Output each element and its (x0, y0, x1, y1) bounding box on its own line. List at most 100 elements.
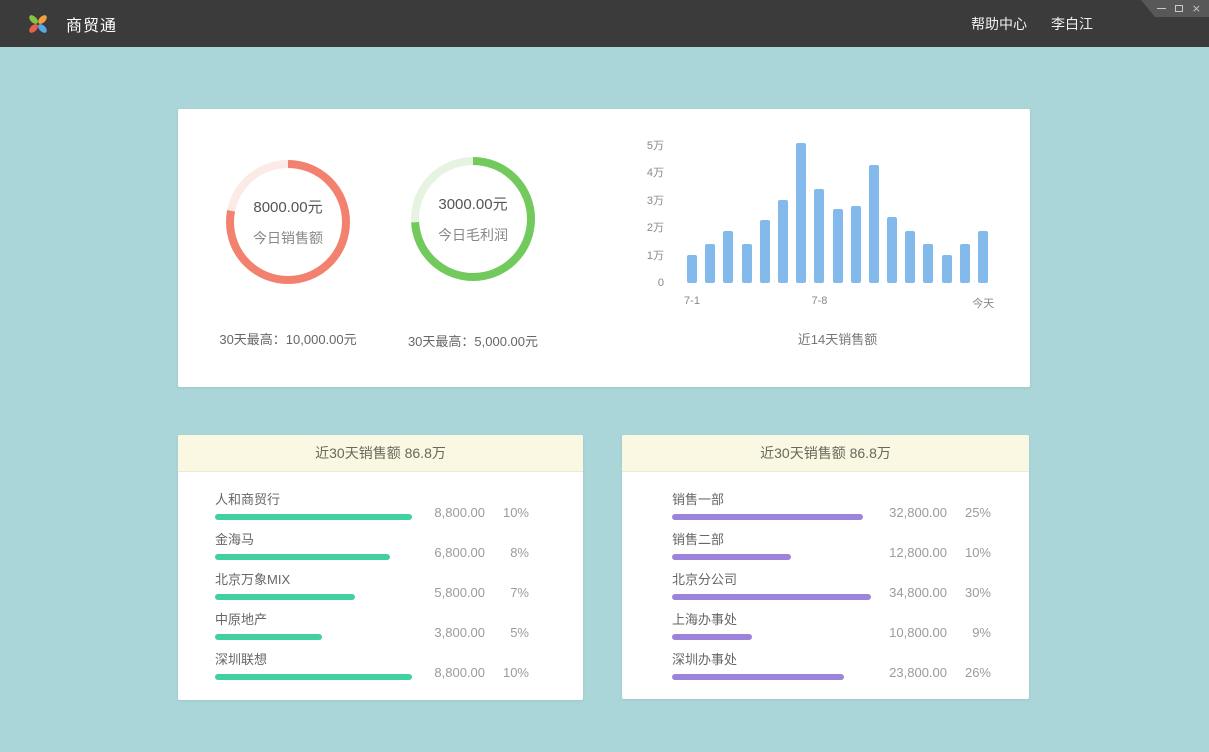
ranking-row-name: 深圳办事处 (672, 652, 875, 668)
ranking-row-percent: 8% (485, 545, 529, 560)
bar-chart-bar (905, 231, 915, 283)
y-axis-tick-label: 5万 (647, 138, 664, 154)
y-axis-tick-label: 4万 (647, 165, 664, 181)
ranking-row-percent: 10% (947, 545, 991, 560)
ranking-row-bar (215, 594, 355, 600)
today-profit-donut: 3000.00元 今日毛利润 (405, 151, 541, 287)
today-sales-value: 8000.00元 (253, 196, 322, 217)
ranking-row-bar (672, 594, 871, 600)
minimize-icon[interactable] (1157, 3, 1166, 14)
ranking-row-name: 人和商贸行 (215, 492, 413, 508)
ranking-row-value: 6,800.00 (413, 545, 485, 560)
bar-chart-x-axis: 7-17-8今天 (687, 295, 988, 311)
ranking-row-percent: 7% (485, 585, 529, 600)
ranking-row: 销售二部12,800.0010% (672, 532, 991, 560)
ranking-row-value: 12,800.00 (875, 545, 947, 560)
ranking-row-value: 10,800.00 (875, 625, 947, 640)
today-sales-label: 今日销售额 (253, 228, 323, 248)
ranking-row-name: 销售二部 (672, 532, 875, 548)
ranking-row: 金海马6,800.008% (215, 532, 529, 560)
ranking-row-bar (215, 674, 412, 680)
y-axis-tick-label: 0 (658, 275, 664, 291)
x-axis-tick-label: 7-8 (811, 295, 827, 307)
ranking-row-name: 深圳联想 (215, 652, 413, 668)
ranking-row: 上海办事处10,800.009% (672, 612, 991, 640)
bar-chart-bar (978, 231, 988, 283)
ranking-row-bar (672, 514, 863, 520)
ranking-row-value: 3,800.00 (413, 625, 485, 640)
department-ranking-header: 近30天销售额 86.8万 (622, 435, 1029, 472)
app-title: 商贸通 (66, 12, 117, 36)
ranking-row-value: 5,800.00 (413, 585, 485, 600)
bar-chart-y-axis: 01万2万3万4万5万 (598, 109, 664, 309)
x-axis-tick-label: 7-1 (684, 295, 700, 307)
help-center-link[interactable]: 帮助中心 (971, 14, 1027, 34)
ranking-row-percent: 9% (947, 625, 991, 640)
close-icon[interactable]: × (1192, 3, 1201, 14)
ranking-row-value: 8,800.00 (413, 665, 485, 680)
customer-sales-ranking-card: 近30天销售额 86.8万 人和商贸行8,800.0010%金海马6,800.0… (178, 435, 583, 700)
department-ranking-list: 销售一部32,800.0025% 销售二部12,800.0010% 北京分公司34,… (622, 472, 1029, 680)
bar-chart-bar (796, 143, 806, 283)
titlebar-menu: 帮助中心 李白江 (971, 0, 1093, 47)
y-axis-tick-label: 2万 (647, 220, 664, 236)
ranking-row: 北京万象MIX5,800.007% (215, 572, 529, 600)
bar-chart-title: 近14天销售额 (687, 329, 988, 348)
bar-chart-bar (778, 200, 788, 283)
bar-chart-bar (814, 189, 824, 283)
ranking-row-percent: 26% (947, 665, 991, 680)
ranking-row-bar (672, 674, 844, 680)
bar-chart-bar (942, 255, 952, 283)
ranking-row: 销售一部32,800.0025% (672, 492, 991, 520)
bar-chart-bar (923, 244, 933, 283)
bar-chart-bar (887, 217, 897, 283)
ranking-row-percent: 10% (485, 665, 529, 680)
bar-chart-bar (760, 220, 770, 283)
overview-card: 8000.00元 今日销售额 30天最高：10,000.00元 3000.00元… (178, 109, 1030, 387)
customer-ranking-header: 近30天销售额 86.8万 (178, 435, 583, 472)
today-profit-value: 3000.00元 (438, 193, 507, 214)
today-profit-label: 今日毛利润 (438, 225, 508, 245)
ranking-row: 北京分公司34,800.0030% (672, 572, 991, 600)
ranking-row: 深圳办事处23,800.0026% (672, 652, 991, 680)
bar-chart-bar (687, 255, 697, 283)
ranking-row-bar (215, 554, 390, 560)
ranking-row-value: 8,800.00 (413, 505, 485, 520)
ranking-row: 中原地产3,800.005% (215, 612, 529, 640)
ranking-row-bar (215, 634, 322, 640)
ranking-row-percent: 10% (485, 505, 529, 520)
ranking-row-bar (215, 514, 412, 520)
ranking-row-percent: 5% (485, 625, 529, 640)
customer-ranking-list: 人和商贸行8,800.0010%金海马6,800.008%北京万象MIX5,80… (178, 472, 583, 680)
bar-chart-bars (687, 137, 988, 283)
ranking-row-name: 金海马 (215, 532, 413, 548)
app-logo-pinwheel-icon (25, 11, 51, 37)
ranking-row: 深圳联想8,800.0010% (215, 652, 529, 680)
ranking-row: 人和商贸行8,800.0010% (215, 492, 529, 520)
bar-chart-bar (723, 231, 733, 283)
user-name-link[interactable]: 李白江 (1051, 14, 1093, 34)
bar-chart-bar (869, 165, 879, 283)
bar-chart-bar (833, 209, 843, 283)
ranking-row-percent: 25% (947, 505, 991, 520)
x-axis-tick-label: 今天 (972, 295, 994, 311)
bar-chart-bar (960, 244, 970, 283)
ranking-row-value: 32,800.00 (875, 505, 947, 520)
today-sales-donut: 8000.00元 今日销售额 (220, 154, 356, 290)
maximize-icon[interactable] (1175, 3, 1183, 14)
profit-30day-max: 30天最高：5,000.00元 (363, 331, 583, 350)
titlebar: 商贸通 帮助中心 李白江 × (0, 0, 1209, 47)
window-controls: × (1141, 0, 1209, 17)
department-sales-ranking-card: 近30天销售额 86.8万 销售一部32,800.0025% 销售二部12,800… (622, 435, 1029, 699)
ranking-row-name: 销售一部 (672, 492, 875, 508)
ranking-row-percent: 30% (947, 585, 991, 600)
ranking-row-name: 北京万象MIX (215, 572, 413, 588)
ranking-row-value: 23,800.00 (875, 665, 947, 680)
ranking-row-name: 上海办事处 (672, 612, 875, 628)
ranking-row-bar (672, 554, 791, 560)
y-axis-tick-label: 1万 (647, 248, 664, 264)
ranking-row-name: 北京分公司 (672, 572, 875, 588)
ranking-row-bar (672, 634, 752, 640)
ranking-row-value: 34,800.00 (875, 585, 947, 600)
bar-chart-bar (742, 244, 752, 283)
